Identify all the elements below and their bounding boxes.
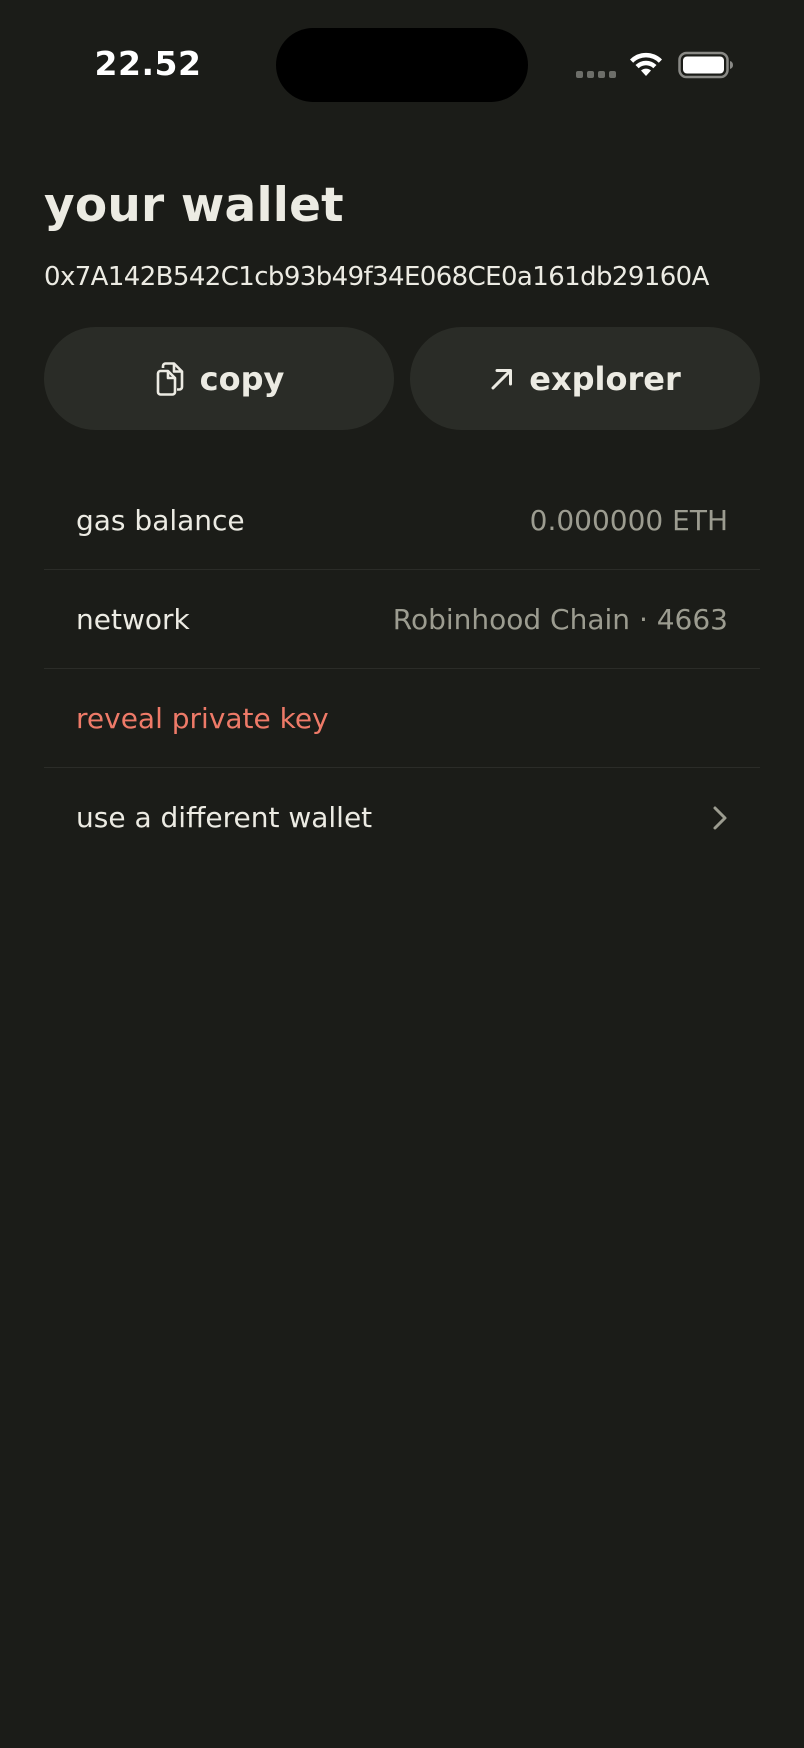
wallet-screen: 22.52 your wallet 0x7A142B542C1cb93b49f3… [0,0,804,1748]
wifi-icon [630,52,662,76]
arrow-up-right-icon [491,368,513,389]
use-different-wallet-label: use a different wallet [76,801,373,834]
use-different-wallet-button[interactable]: use a different wallet [44,768,760,867]
gas-balance-value: 0.000000 ETH [529,503,728,537]
gas-balance-label: gas balance [76,503,245,537]
reveal-private-key-label: reveal private key [76,701,329,735]
copy-button-label: copy [199,359,285,398]
wallet-address: 0x7A142B542C1cb93b49f34E068CE0a161db2916… [44,262,709,292]
explorer-button[interactable]: explorer [410,327,760,430]
copy-icon [156,361,183,396]
dynamic-island [276,28,528,102]
explorer-button-label: explorer [529,359,681,398]
battery-icon [678,51,733,79]
copy-button[interactable]: copy [44,327,394,430]
cellular-signal-icon [576,71,616,78]
network-value: Robinhood Chain · 4663 [392,602,728,636]
chevron-right-icon [713,806,727,829]
page-title: your wallet [44,178,344,233]
gas-balance-row: gas balance 0.000000 ETH [44,471,760,570]
network-label: network [76,602,190,636]
wallet-details-list: gas balance 0.000000 ETH network Robinho… [44,471,760,867]
network-row: network Robinhood Chain · 4663 [44,570,760,669]
status-time: 22.52 [94,44,202,83]
reveal-private-key-button[interactable]: reveal private key [44,669,760,768]
